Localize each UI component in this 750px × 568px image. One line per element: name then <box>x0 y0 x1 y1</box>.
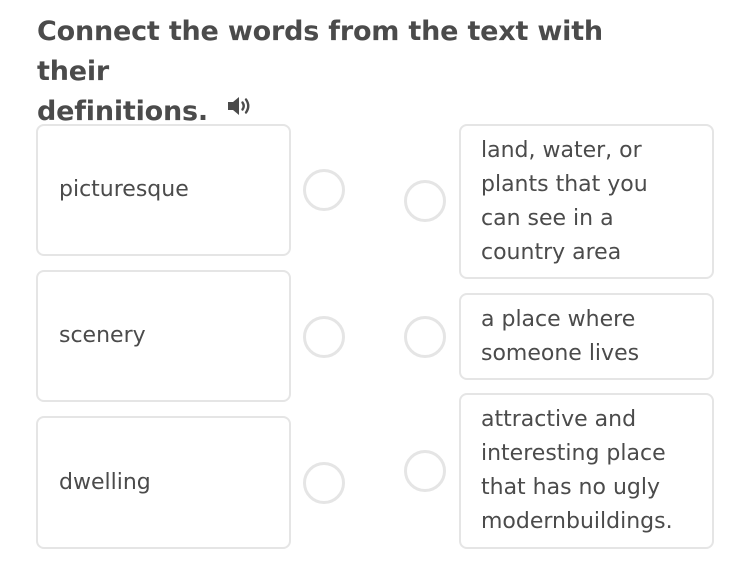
definition-line: can see in a <box>481 205 614 231</box>
word-label: dwelling <box>59 469 151 495</box>
definition-line: interesting place <box>481 441 666 466</box>
definition-connector-radio-2[interactable] <box>404 316 446 358</box>
definition-card-1[interactable]: land, water, or plants that you can see … <box>459 124 714 279</box>
word-connector-radio-2[interactable] <box>303 316 345 358</box>
definition-line: a place where <box>481 306 636 332</box>
definition-line: plants that you <box>481 171 648 197</box>
word-label: scenery <box>59 323 146 348</box>
instruction-line-2: definitions. <box>37 96 208 127</box>
definition-connector-radio-1[interactable] <box>404 180 446 222</box>
word-card-dwelling[interactable]: dwelling <box>36 416 291 549</box>
word-label: picturesque <box>59 177 189 202</box>
word-connector-radio-1[interactable] <box>303 169 345 211</box>
definition-line: that has no ugly <box>481 475 660 500</box>
word-connector-radio-3[interactable] <box>303 462 345 504</box>
instruction-heading: Connect the words from the text with the… <box>37 12 677 133</box>
definition-line: attractive and <box>481 407 637 432</box>
word-card-picturesque[interactable]: picturesque <box>36 124 291 256</box>
instruction-line-1: Connect the words from the text with the… <box>37 16 603 87</box>
definition-text: land, water, or plants that you can see … <box>481 134 648 270</box>
word-card-scenery[interactable]: scenery <box>36 270 291 402</box>
definition-card-3[interactable]: attractive and interesting place that ha… <box>459 393 714 549</box>
definition-line: someone lives <box>481 340 640 366</box>
definition-text: a place where someone lives <box>481 303 639 371</box>
definition-line: country area <box>481 239 622 265</box>
definition-connector-radio-3[interactable] <box>404 450 446 492</box>
definition-line: land, water, or <box>481 137 642 163</box>
definition-card-2[interactable]: a place where someone lives <box>459 293 714 380</box>
definition-line: modernbuildings. <box>481 509 673 534</box>
definition-text: attractive and interesting place that ha… <box>481 403 673 539</box>
